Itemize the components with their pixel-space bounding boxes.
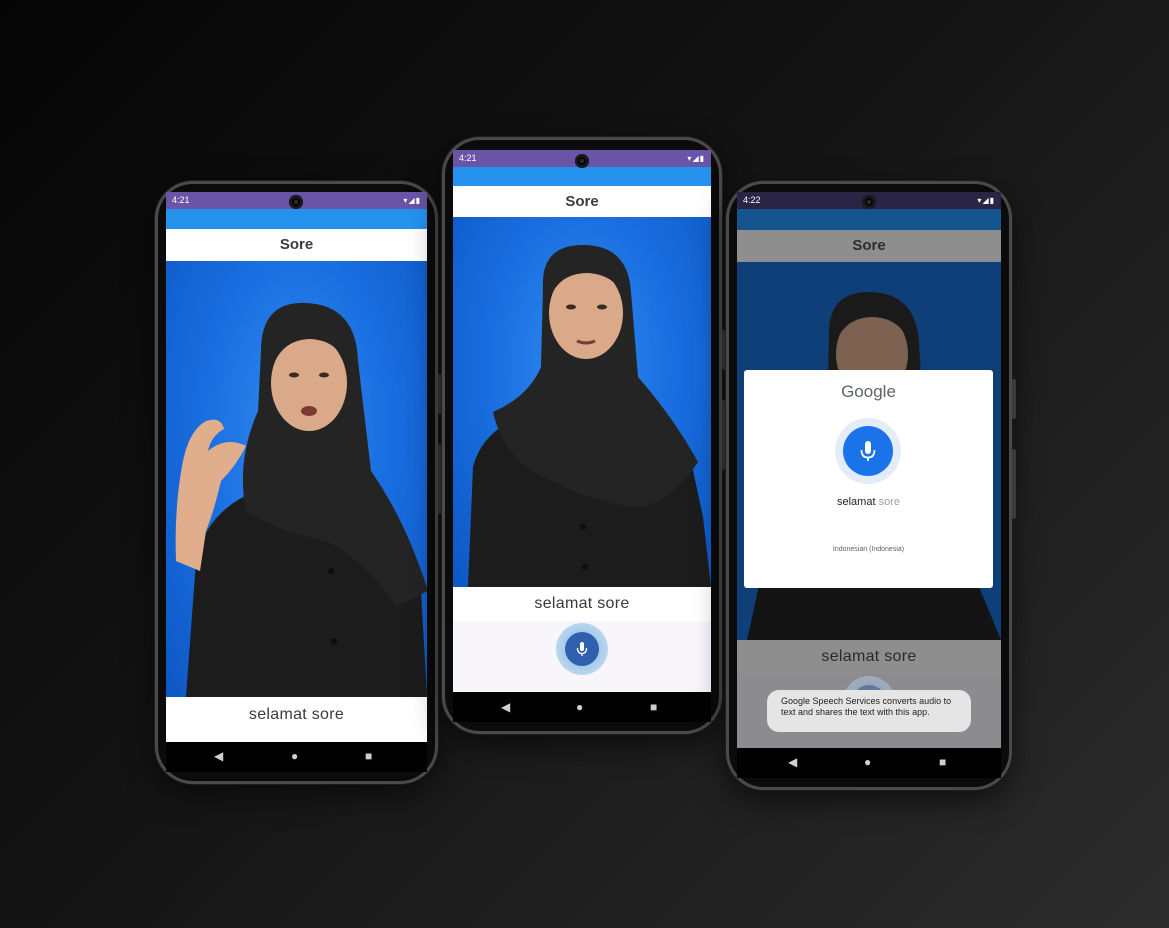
google-mic-button[interactable] bbox=[835, 418, 901, 484]
microphone-icon bbox=[576, 642, 588, 656]
signer-image bbox=[175, 302, 427, 697]
transcript-final: selamat bbox=[837, 496, 876, 508]
nav-bar: ◀ ● ■ bbox=[453, 692, 711, 722]
front-camera bbox=[862, 195, 876, 209]
front-camera bbox=[575, 154, 589, 168]
back-triangle-icon[interactable]: ◀ bbox=[788, 756, 797, 768]
toast-message: Google Speech Services converts audio to… bbox=[767, 690, 971, 732]
caption-text: selamat sore bbox=[453, 587, 711, 621]
recents-square-icon[interactable]: ■ bbox=[365, 750, 372, 762]
microphone-icon bbox=[860, 441, 876, 461]
wifi-signal-battery-icons: ▾◢▮ bbox=[403, 196, 421, 205]
sign-video[interactable] bbox=[453, 217, 711, 587]
status-time: 4:21 bbox=[459, 153, 477, 163]
sign-video[interactable] bbox=[166, 261, 427, 697]
phone-left: 4:21 ▾◢▮ Sore selamat sore ◀ ● ■ bbox=[155, 181, 442, 784]
transcript-partial: sore bbox=[878, 496, 900, 508]
wifi-signal-battery-icons: ▾◢▮ bbox=[687, 154, 705, 163]
page-title: Sore bbox=[453, 186, 711, 217]
recents-square-icon[interactable]: ■ bbox=[939, 756, 946, 768]
home-circle-icon[interactable]: ● bbox=[291, 750, 298, 762]
screen: 4:21 ▾◢▮ Sore selamat sore bbox=[166, 192, 427, 742]
nav-bar: ◀ ● ■ bbox=[166, 742, 427, 772]
screen: 4:22 ▾◢▮ Sore selamat sore Google selama… bbox=[737, 192, 1001, 748]
back-triangle-icon[interactable]: ◀ bbox=[501, 701, 510, 713]
mic-button[interactable] bbox=[556, 623, 608, 675]
back-triangle-icon[interactable]: ◀ bbox=[214, 750, 223, 762]
transcript: selamat sore bbox=[744, 496, 993, 508]
home-circle-icon[interactable]: ● bbox=[864, 756, 871, 768]
caption-text: selamat sore bbox=[737, 640, 1001, 674]
wifi-signal-battery-icons: ▾◢▮ bbox=[977, 196, 995, 205]
front-camera bbox=[289, 195, 303, 209]
screen: 4:21 ▾◢▮ Sore selamat sore bbox=[453, 150, 711, 692]
page-title: Sore bbox=[737, 230, 1001, 262]
recents-square-icon[interactable]: ■ bbox=[650, 701, 657, 713]
phone-right: 4:22 ▾◢▮ Sore selamat sore Google selama… bbox=[726, 181, 1016, 790]
home-circle-icon[interactable]: ● bbox=[576, 701, 583, 713]
caption-text: selamat sore bbox=[166, 697, 427, 741]
language-label[interactable]: Indonesian (Indonesia) bbox=[744, 546, 993, 553]
nav-bar: ◀ ● ■ bbox=[737, 748, 1001, 778]
page-title: Sore bbox=[166, 229, 427, 261]
status-time: 4:22 bbox=[743, 195, 761, 205]
google-speech-dialog: Google selamat sore Indonesian (Indonesi… bbox=[744, 370, 993, 588]
status-time: 4:21 bbox=[172, 195, 190, 205]
google-logo: Google bbox=[841, 382, 896, 401]
phone-center: 4:21 ▾◢▮ Sore selamat sore ◀ ● ■ bbox=[442, 137, 726, 734]
signer-image bbox=[468, 245, 711, 587]
